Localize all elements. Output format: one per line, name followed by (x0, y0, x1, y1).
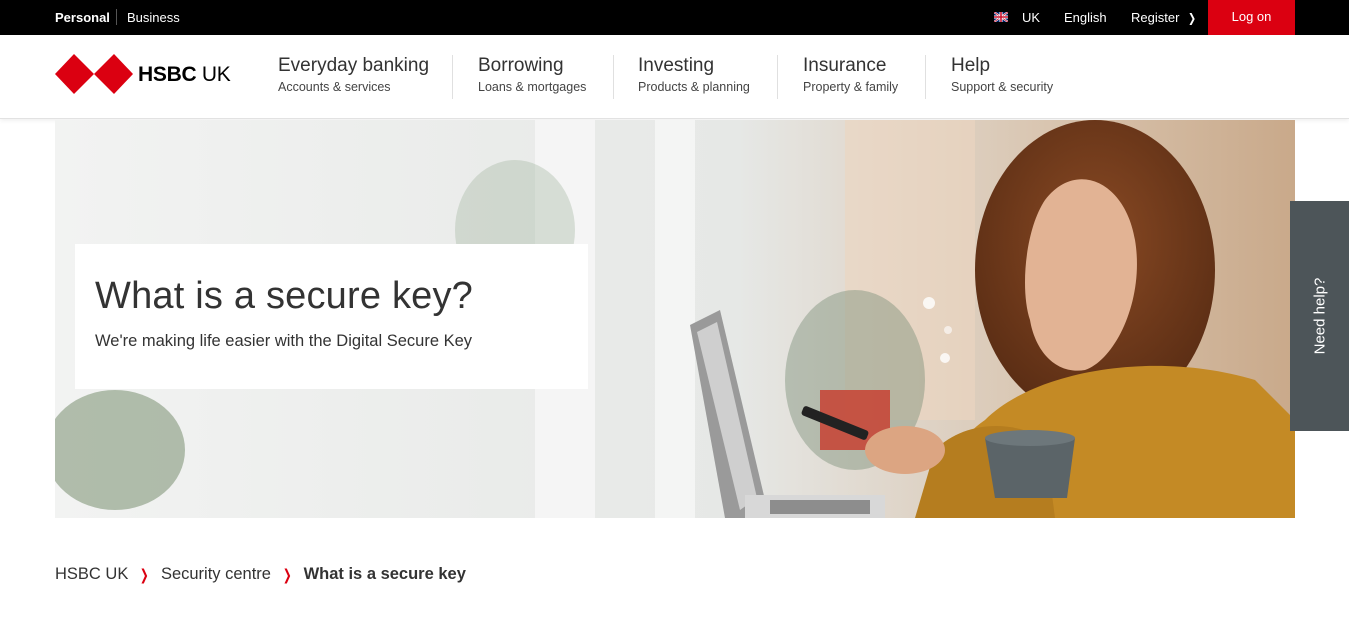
chevron-right-icon: ❯ (140, 566, 150, 584)
nav-divider (777, 55, 778, 99)
uk-flag-icon (994, 12, 1008, 22)
nav-investing[interactable]: Investing Products & planning (638, 55, 750, 101)
need-help-label: Need help? (1311, 277, 1328, 355)
nav-title: Everyday banking (278, 55, 430, 76)
page-title: What is a secure key? (95, 275, 474, 317)
nav-subtitle: Loans & mortgages (478, 80, 587, 94)
register-link[interactable]: Register ❯ (1131, 10, 1197, 25)
hsbc-logo[interactable]: HSBC UK (55, 54, 235, 96)
nav-insurance[interactable]: Insurance Property & family (803, 55, 898, 101)
hero-text-box: What is a secure key? We're making life … (75, 244, 588, 389)
nav-title: Insurance (803, 55, 887, 76)
hero-banner: What is a secure key? We're making life … (55, 120, 1295, 518)
nav-title: Investing (638, 55, 715, 76)
need-help-button[interactable]: Need help? (1290, 201, 1349, 431)
nav-subtitle: Support & security (951, 80, 1054, 94)
breadcrumb-security-centre[interactable]: Security centre (161, 565, 271, 584)
nav-subtitle: Property & family (803, 80, 899, 94)
nav-divider (452, 55, 453, 99)
language-selector[interactable]: English (1064, 10, 1107, 25)
register-label: Register (1131, 10, 1180, 25)
breadcrumb-current: What is a secure key (303, 565, 466, 583)
breadcrumb-home[interactable]: HSBC UK (55, 565, 128, 584)
tab-separator (116, 9, 117, 25)
brand-name: HSBC UK (138, 63, 231, 86)
top-bar: Personal Business UK English Register ❯ L… (0, 0, 1349, 35)
hsbc-hexagon-icon (55, 54, 133, 94)
nav-subtitle: Products & planning (638, 80, 750, 94)
tab-personal[interactable]: Personal (55, 10, 110, 25)
nav-title: Borrowing (478, 55, 564, 76)
chevron-right-icon: ❯ (1188, 11, 1197, 25)
nav-title: Help (951, 55, 991, 76)
nav-everyday-banking[interactable]: Everyday banking Accounts & services (278, 55, 429, 101)
chevron-right-icon: ❯ (282, 566, 292, 584)
nav-subtitle: Accounts & services (278, 80, 391, 94)
log-on-button[interactable]: Log on (1208, 0, 1295, 35)
nav-divider (925, 55, 926, 99)
nav-divider (613, 55, 614, 99)
nav-help[interactable]: Help Support & security (951, 55, 1053, 101)
breadcrumb: HSBC UK ❯ Security centre ❯ What is a se… (55, 565, 466, 584)
tab-business[interactable]: Business (127, 10, 180, 25)
country-selector[interactable]: UK (1022, 10, 1040, 25)
main-header: HSBC UK Everyday banking Accounts & serv… (0, 35, 1349, 119)
hero-subtitle: We're making life easier with the Digita… (95, 332, 473, 350)
nav-borrowing[interactable]: Borrowing Loans & mortgages (478, 55, 586, 101)
